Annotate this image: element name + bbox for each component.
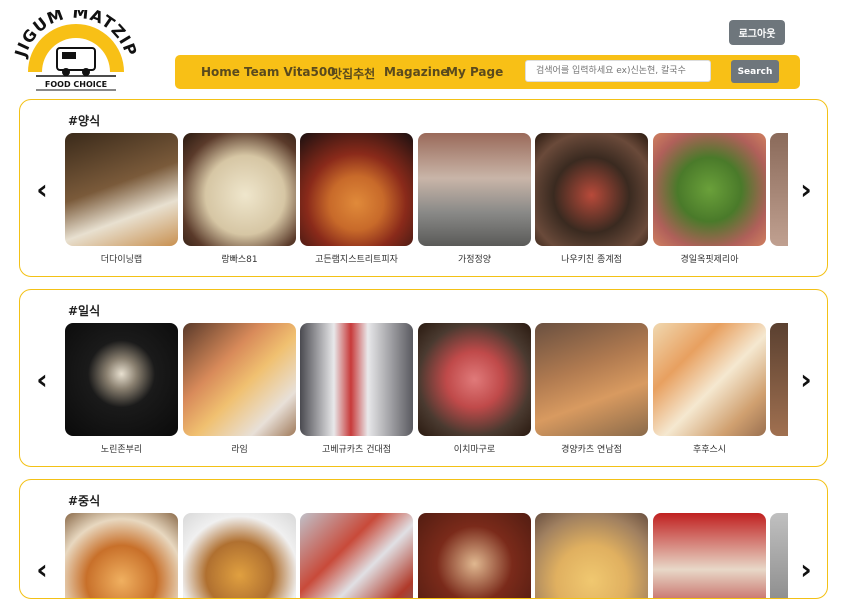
restaurant-photo[interactable] <box>535 133 648 246</box>
restaurant-card[interactable] <box>535 513 648 598</box>
restaurant-name: 가정정양 <box>457 255 492 265</box>
restaurant-photo[interactable] <box>300 133 413 246</box>
restaurant-card[interactable] <box>418 513 531 598</box>
nav-home[interactable]: Home <box>201 65 240 79</box>
restaurant-name: 더다이닝랩 <box>100 255 143 265</box>
logo-sub-text: FOOD CHOICE <box>45 80 107 89</box>
restaurant-card[interactable] <box>183 513 296 598</box>
restaurant-photo[interactable] <box>300 513 413 598</box>
prev-arrow-icon[interactable]: ‹ <box>32 556 52 584</box>
restaurant-photo[interactable] <box>65 323 178 436</box>
restaurant-card[interactable]: 노린존부리 <box>65 323 178 455</box>
logo[interactable]: JIGUM MATZIP FOOD CHOICE <box>11 3 140 94</box>
restaurant-photo-partial <box>770 133 788 246</box>
restaurant-name: 고베규카츠 건대점 <box>321 445 392 455</box>
restaurant-photo[interactable] <box>418 323 531 436</box>
restaurant-card[interactable] <box>300 513 413 598</box>
restaurant-name: 경일옥핏제리아 <box>680 255 739 265</box>
restaurant-name: 라임 <box>231 445 248 455</box>
nav-my-page[interactable]: My Page <box>446 65 503 79</box>
navbar: Home Team Vita500 맛집추천 Magazine My Page … <box>175 55 800 89</box>
restaurant-photo[interactable] <box>65 513 178 598</box>
nav-team-vita500[interactable]: Team Vita500 <box>244 65 336 79</box>
restaurant-card[interactable]: 이치마구로 <box>418 323 531 455</box>
restaurant-card[interactable]: 라임 <box>183 323 296 455</box>
restaurant-card[interactable]: 랑빠스81 <box>183 133 296 265</box>
nav-magazine[interactable]: Magazine <box>384 65 449 79</box>
restaurant-photo[interactable] <box>535 513 648 598</box>
prev-arrow-icon[interactable]: ‹ <box>32 176 52 204</box>
category-section-japanese: #일식 ‹ 노린존부리 라임 고베규카츠 건대점 이치마구로 경양카츠 연남점 … <box>19 289 828 467</box>
restaurant-name: 이치마구로 <box>453 445 496 455</box>
nav-restaurant-recommend[interactable]: 맛집추천 <box>331 65 375 82</box>
restaurant-card[interactable]: 가정정양 <box>418 133 531 265</box>
restaurant-name: 노린존부리 <box>100 445 143 455</box>
restaurant-card[interactable]: 경양카츠 연남점 <box>535 323 648 455</box>
restaurant-photo[interactable] <box>183 323 296 436</box>
restaurant-photo[interactable] <box>418 513 531 598</box>
next-arrow-icon[interactable]: › <box>796 366 816 394</box>
restaurant-photo[interactable] <box>300 323 413 436</box>
restaurant-card[interactable] <box>653 513 766 598</box>
restaurant-name: 고든램지스트리트피자 <box>315 255 398 265</box>
restaurant-photo-partial <box>770 513 788 598</box>
category-section-western: #양식 ‹ 더다이닝랩 랑빠스81 고든램지스트리트피자 가정정양 나우키친 종… <box>19 99 828 277</box>
search-input[interactable] <box>525 60 711 82</box>
next-arrow-icon[interactable]: › <box>796 556 816 584</box>
restaurant-photo[interactable] <box>653 133 766 246</box>
logout-button[interactable]: 로그아웃 <box>729 20 785 45</box>
restaurant-photo[interactable] <box>535 323 648 436</box>
restaurant-card[interactable]: 고베규카츠 건대점 <box>300 323 413 455</box>
restaurant-card[interactable]: 나우키친 종계점 <box>535 133 648 265</box>
restaurant-card[interactable]: 고든램지스트리트피자 <box>300 133 413 265</box>
restaurant-photo[interactable] <box>183 513 296 598</box>
section-title: #양식 <box>68 114 101 128</box>
section-title: #일식 <box>68 304 101 318</box>
restaurant-card[interactable]: 더다이닝랩 <box>65 133 178 265</box>
category-section-chinese: #중식 ‹ › <box>19 479 828 599</box>
restaurant-name: 랑빠스81 <box>221 255 258 265</box>
restaurant-photo[interactable] <box>418 133 531 246</box>
restaurant-card[interactable]: 경일옥핏제리아 <box>653 133 766 265</box>
restaurant-photo[interactable] <box>653 323 766 436</box>
section-title: #중식 <box>68 494 101 508</box>
restaurant-photo[interactable] <box>65 133 178 246</box>
restaurant-name: 나우키친 종계점 <box>561 255 622 265</box>
prev-arrow-icon[interactable]: ‹ <box>32 366 52 394</box>
next-arrow-icon[interactable]: › <box>796 176 816 204</box>
search-button[interactable]: Search <box>731 60 779 83</box>
restaurant-photo[interactable] <box>653 513 766 598</box>
restaurant-name: 후후스시 <box>692 445 727 455</box>
restaurant-card[interactable] <box>65 513 178 598</box>
restaurant-name: 경양카츠 연남점 <box>561 445 622 455</box>
restaurant-card[interactable]: 후후스시 <box>653 323 766 455</box>
restaurant-photo[interactable] <box>183 133 296 246</box>
restaurant-photo-partial <box>770 323 788 436</box>
